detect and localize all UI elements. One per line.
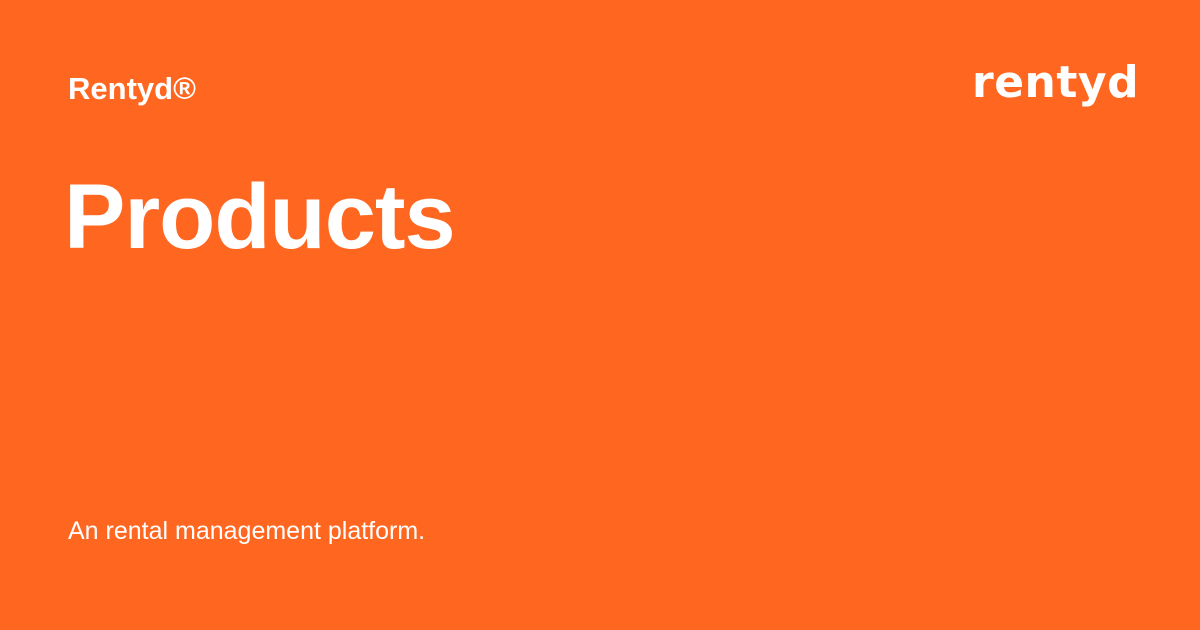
brand-logo: rentyd	[972, 57, 1140, 108]
page-title: Products	[64, 166, 456, 268]
brand-name: Rentyd®	[68, 71, 196, 106]
tagline: An rental management platform.	[68, 517, 426, 545]
